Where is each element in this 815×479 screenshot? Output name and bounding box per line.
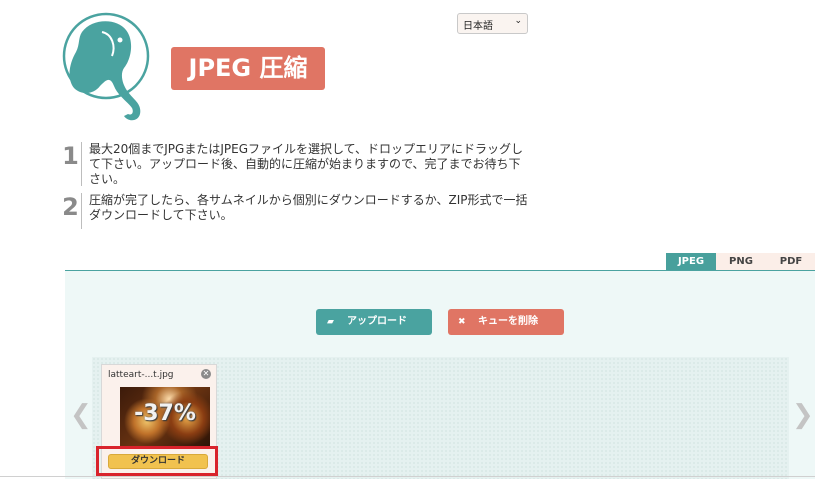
step-number: 2: [62, 193, 79, 221]
file-name: latteart-...t.jpg: [108, 370, 174, 380]
folder-icon: ▰: [327, 317, 334, 327]
compression-percent: -37%: [134, 401, 196, 426]
clear-queue-button[interactable]: ✖ キューを削除: [448, 309, 564, 335]
language-select-value: 日本語: [463, 21, 493, 32]
tab-png[interactable]: PNG: [716, 253, 766, 270]
remove-item-icon[interactable]: ✕: [201, 369, 211, 379]
upload-button-label: アップロード: [347, 316, 407, 327]
next-arrow-icon[interactable]: ❯: [792, 400, 814, 430]
thumbnail-image: -37%: [120, 387, 210, 449]
tab-pdf[interactable]: PDF: [766, 253, 815, 270]
bottom-border: [0, 476, 815, 477]
chevron-down-icon: ⌄: [514, 16, 522, 26]
step-number: 1: [62, 142, 79, 170]
step-text: 圧縮が完了したら、各サムネイルから個別にダウンロードするか、ZIP形式で一括ダウ…: [89, 193, 528, 222]
upload-button[interactable]: ▰ アップロード: [316, 309, 432, 335]
close-icon: ✖: [458, 317, 466, 327]
step-divider: [81, 142, 82, 186]
highlight-box: [96, 446, 218, 476]
tab-jpeg[interactable]: JPEG: [666, 253, 716, 270]
language-select[interactable]: 日本語 ⌄: [457, 13, 528, 34]
page-title: JPEG 圧縮: [171, 47, 325, 90]
step-text: 最大20個までJPGまたはJPEGファイルを選択して、ドロップエリアにドラッグし…: [89, 142, 524, 186]
elephant-logo: [62, 12, 154, 124]
clear-queue-button-label: キューを削除: [478, 316, 538, 327]
prev-arrow-icon[interactable]: ❮: [70, 400, 92, 430]
format-tabs: JPEG PNG PDF: [666, 253, 815, 270]
step-divider: [81, 193, 82, 229]
